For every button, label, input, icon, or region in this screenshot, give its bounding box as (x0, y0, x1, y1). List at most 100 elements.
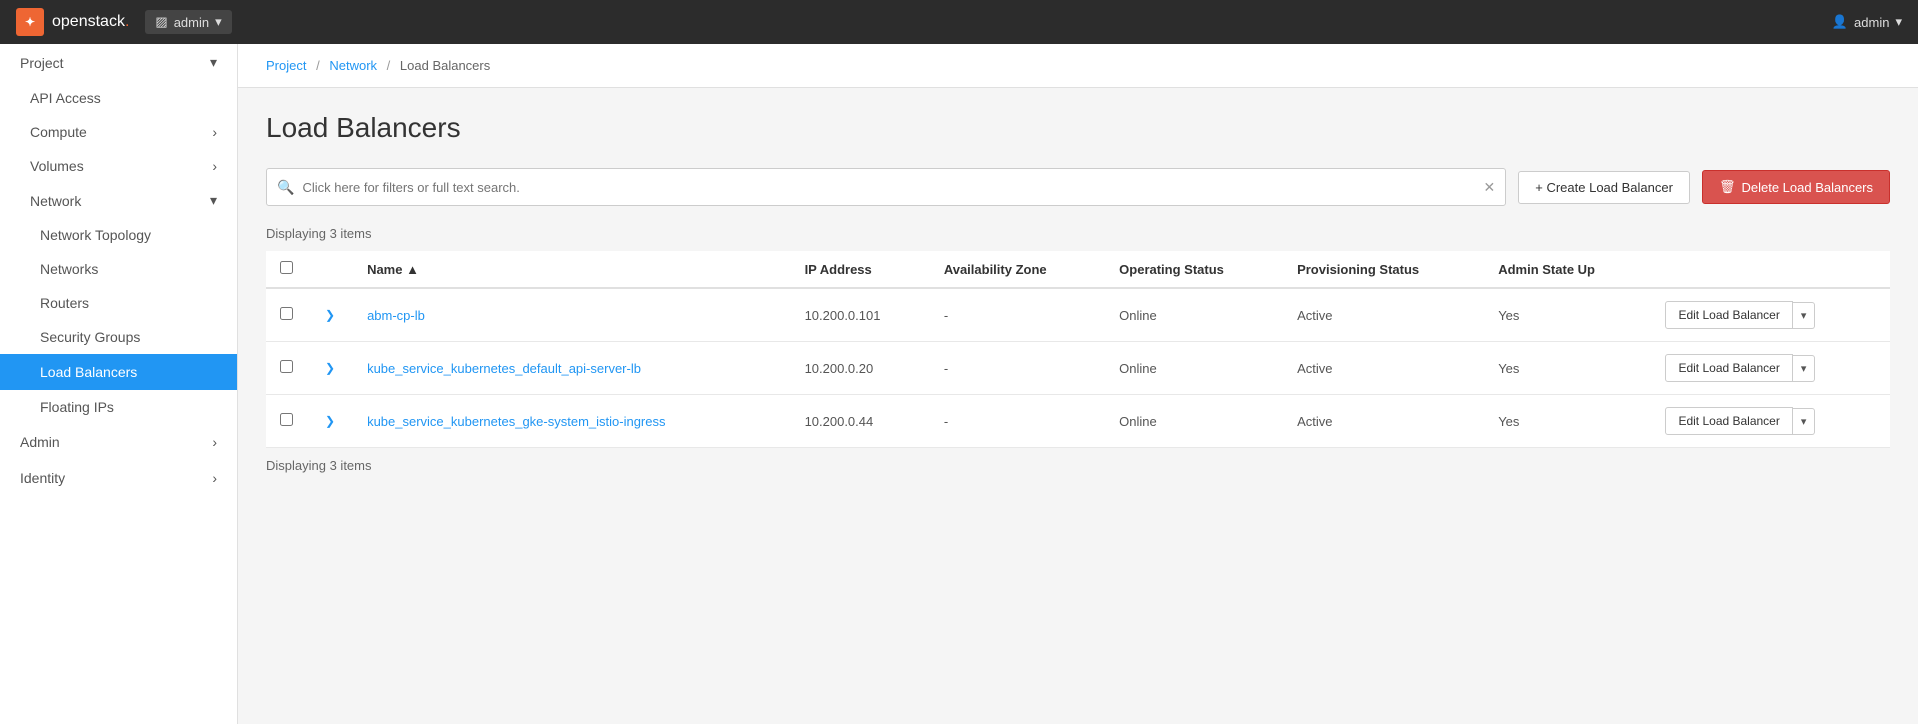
sidebar-item-admin[interactable]: Admin › (0, 424, 237, 460)
action-btn-group-0: Edit Load Balancer ▾ (1665, 301, 1876, 329)
col-name: Name ▲ (353, 251, 791, 288)
sidebar-item-project[interactable]: Project ▾ (0, 44, 237, 81)
load-balancers-table: Name ▲ IP Address Availability Zone Oper… (266, 251, 1890, 448)
row-checkbox-0 (266, 288, 307, 342)
sidebar-item-project-label: Project (20, 55, 64, 71)
admin-user-label: admin (1854, 15, 1889, 30)
sidebar-item-identity[interactable]: Identity › (0, 460, 237, 496)
sidebar-item-networks[interactable]: Networks (0, 252, 237, 286)
admin-project-button[interactable]: ▨ admin ▾ (145, 10, 231, 34)
admin-project-label: admin (174, 15, 209, 30)
row-admin-state-0: Yes (1484, 288, 1651, 342)
item-count-bottom: Displaying 3 items (266, 458, 1890, 473)
sidebar-item-load-balancers-label: Load Balancers (40, 364, 137, 380)
col-admin-state: Admin State Up (1484, 251, 1651, 288)
sidebar-item-volumes-label: Volumes (30, 158, 84, 174)
layout: Project ▾ API Access Compute › Volumes ›… (0, 44, 1918, 724)
chevron-right-icon: › (212, 124, 217, 140)
row-checkbox-2 (266, 395, 307, 448)
chevron-right-icon: › (212, 470, 217, 486)
row-actions-1: Edit Load Balancer ▾ (1651, 342, 1890, 395)
sidebar-item-compute[interactable]: Compute › (0, 115, 237, 149)
admin-project-chevron: ▾ (215, 14, 222, 30)
top-nav-right[interactable]: 👤 admin ▾ (1832, 14, 1902, 30)
chevron-down-icon: ▾ (210, 192, 217, 209)
expand-button-0[interactable]: ❯ (321, 306, 339, 324)
edit-load-balancer-button-1[interactable]: Edit Load Balancer (1665, 354, 1792, 382)
search-box: 🔍 ✕ (266, 168, 1506, 206)
sidebar-item-volumes[interactable]: Volumes › (0, 149, 237, 183)
row-name-link-2[interactable]: kube_service_kubernetes_gke-system_istio… (367, 414, 665, 429)
top-nav-left: ✦ openstack. ▨ admin ▾ (16, 8, 232, 36)
action-dropdown-2[interactable]: ▾ (1793, 408, 1816, 435)
sidebar-item-floating-ips[interactable]: Floating IPs (0, 390, 237, 424)
search-input[interactable] (294, 180, 1483, 195)
sidebar-item-networks-label: Networks (40, 261, 98, 277)
user-icon: 👤 (1832, 14, 1848, 30)
breadcrumb-sep-2: / (387, 58, 391, 73)
chevron-right-icon: › (212, 434, 217, 450)
table-row: ❯ abm-cp-lb 10.200.0.101 - Online Active… (266, 288, 1890, 342)
sidebar-item-compute-label: Compute (30, 124, 87, 140)
row-operating-status-0: Online (1105, 288, 1283, 342)
page-title: Load Balancers (266, 112, 1890, 144)
action-dropdown-1[interactable]: ▾ (1793, 355, 1816, 382)
row-expand-0: ❯ (307, 288, 353, 342)
row-az-0: - (930, 288, 1105, 342)
sidebar-item-floating-ips-label: Floating IPs (40, 399, 114, 415)
row-name-link-1[interactable]: kube_service_kubernetes_default_api-serv… (367, 361, 641, 376)
openstack-logo: ✦ openstack. (16, 8, 129, 36)
sidebar-item-load-balancers[interactable]: Load Balancers (0, 354, 237, 390)
sidebar-item-api-access-label: API Access (30, 90, 101, 106)
toolbar: 🔍 ✕ + Create Load Balancer 🗑 Delete Load… (266, 168, 1890, 206)
create-load-balancer-button[interactable]: + Create Load Balancer (1518, 171, 1690, 204)
sidebar-item-network[interactable]: Network ▾ (0, 183, 237, 218)
search-clear-icon[interactable]: ✕ (1484, 179, 1496, 196)
delete-label: Delete Load Balancers (1741, 180, 1873, 195)
sidebar-item-security-groups[interactable]: Security Groups (0, 320, 237, 354)
edit-load-balancer-button-0[interactable]: Edit Load Balancer (1665, 301, 1792, 329)
row-actions-0: Edit Load Balancer ▾ (1651, 288, 1890, 342)
col-az: Availability Zone (930, 251, 1105, 288)
sidebar-item-routers-label: Routers (40, 295, 89, 311)
row-name-link-0[interactable]: abm-cp-lb (367, 308, 425, 323)
select-all-checkbox[interactable] (280, 261, 293, 274)
row-ip-2: 10.200.0.44 (791, 395, 930, 448)
expand-button-2[interactable]: ❯ (321, 412, 339, 430)
sidebar-item-routers[interactable]: Routers (0, 286, 237, 320)
row-provisioning-status-1: Active (1283, 342, 1484, 395)
row-expand-2: ❯ (307, 395, 353, 448)
sidebar-item-admin-label: Admin (20, 434, 60, 450)
row-ip-1: 10.200.0.20 (791, 342, 930, 395)
sidebar-item-api-access[interactable]: API Access (0, 81, 237, 115)
logo-dot: . (125, 13, 129, 30)
chevron-down-icon: ▾ (210, 54, 217, 71)
col-operating-status: Operating Status (1105, 251, 1283, 288)
row-select-0[interactable] (280, 307, 293, 320)
delete-icon: 🗑 (1719, 179, 1736, 195)
expand-button-1[interactable]: ❯ (321, 359, 339, 377)
row-ip-0: 10.200.0.101 (791, 288, 930, 342)
logo-text: openstack. (52, 13, 129, 31)
action-dropdown-0[interactable]: ▾ (1793, 302, 1816, 329)
row-operating-status-2: Online (1105, 395, 1283, 448)
edit-load-balancer-button-2[interactable]: Edit Load Balancer (1665, 407, 1792, 435)
sidebar-item-security-groups-label: Security Groups (40, 329, 140, 345)
chevron-right-icon: › (212, 158, 217, 174)
top-nav: ✦ openstack. ▨ admin ▾ 👤 admin ▾ (0, 0, 1918, 44)
table-header-row: Name ▲ IP Address Availability Zone Oper… (266, 251, 1890, 288)
logo-icon: ✦ (16, 8, 44, 36)
row-admin-state-2: Yes (1484, 395, 1651, 448)
row-select-2[interactable] (280, 413, 293, 426)
delete-load-balancers-button[interactable]: 🗑 Delete Load Balancers (1702, 170, 1890, 204)
row-admin-state-1: Yes (1484, 342, 1651, 395)
monitor-icon: ▨ (155, 14, 167, 30)
table-row: ❯ kube_service_kubernetes_default_api-se… (266, 342, 1890, 395)
row-select-1[interactable] (280, 360, 293, 373)
search-icon: 🔍 (277, 179, 294, 196)
sidebar-item-network-topology-label: Network Topology (40, 227, 151, 243)
sidebar-item-network-topology[interactable]: Network Topology (0, 218, 237, 252)
breadcrumb-project[interactable]: Project (266, 58, 306, 73)
breadcrumb-network[interactable]: Network (329, 58, 377, 73)
table-row: ❯ kube_service_kubernetes_gke-system_ist… (266, 395, 1890, 448)
